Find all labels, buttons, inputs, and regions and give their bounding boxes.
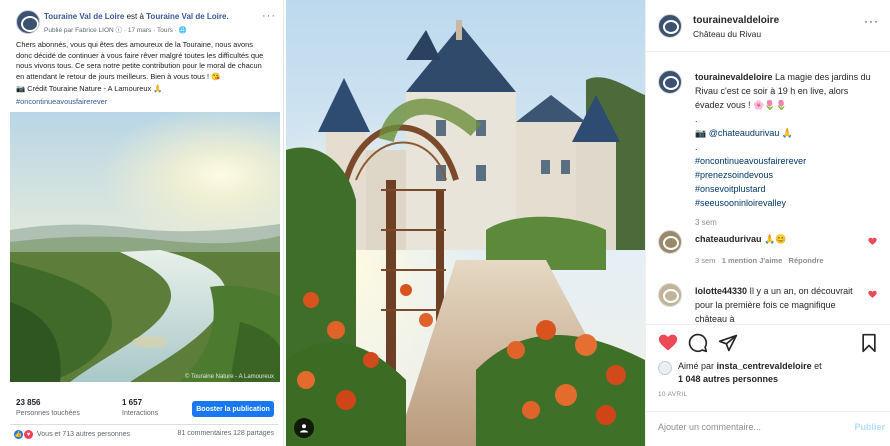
thumbs-up-icon: 👍 — [14, 430, 23, 439]
fb-published-by: Publié par Fabrice LION — [44, 27, 114, 34]
fb-stat-label: Personnes touchées — [16, 410, 80, 417]
globe-icon: 🌐 — [178, 27, 187, 34]
ig-profile-avatar[interactable] — [658, 14, 682, 38]
ig-comment-meta: 3 sem 1 mention J'aime Répondre — [695, 256, 824, 265]
ig-liked-by[interactable]: Aimé par insta_centrevaldeloire et 1 048… — [678, 360, 878, 386]
ig-publish-button[interactable]: Publier — [854, 422, 885, 432]
boost-post-button[interactable]: Booster la publication — [192, 401, 274, 417]
fb-stat-interactions: 1 657 Interactions — [122, 398, 158, 417]
ig-username[interactable]: tourainevaldeloire — [693, 15, 779, 26]
like-heart-icon[interactable] — [658, 333, 678, 353]
ig-liked-by-avatar[interactable] — [658, 361, 672, 375]
fb-post-footer: 👍 ♥ Vous et 713 autres personnes 81 comm… — [10, 424, 278, 442]
fb-more-options-icon[interactable]: ··· — [262, 10, 276, 22]
ig-more-options-icon[interactable]: ··· — [864, 14, 879, 28]
ig-hashtag[interactable]: #prenezsoindevous — [695, 168, 879, 182]
fb-post-title: Touraine Val de Loire est à Touraine Val… — [44, 12, 229, 21]
ig-caption: tourainevaldeloire La magie des jardins … — [695, 70, 879, 230]
ig-comment-input[interactable]: Ajouter un commentaire... — [658, 422, 761, 432]
fb-photo-credit: 📷 Crédit Touraine Nature - A Lamoureux 🙏 — [16, 84, 163, 93]
comment-like-heart-icon[interactable] — [868, 237, 877, 246]
ig-commenter-avatar[interactable] — [658, 230, 682, 254]
fb-post-meta: Publié par Fabrice LION ⓘ · 17 mars · To… — [44, 27, 187, 34]
facebook-post-card: Touraine Val de Loire est à Touraine Val… — [0, 0, 284, 446]
ig-comment-username[interactable]: lolotte44330 — [695, 286, 747, 296]
ig-liked-and: et — [814, 361, 822, 371]
fb-reactions[interactable]: 👍 ♥ Vous et 713 autres personnes — [14, 430, 130, 439]
ig-comment-text: 🙏😊 — [764, 234, 787, 244]
fb-post-place[interactable]: Tours — [157, 27, 173, 34]
fb-photo-watermark: © Touraine Nature - A Lamoureux — [184, 374, 274, 380]
fb-stat-value: 1 657 — [122, 398, 143, 407]
ig-reply-button[interactable]: Répondre — [789, 256, 824, 265]
heart-icon: ♥ — [24, 430, 33, 439]
bookmark-icon[interactable] — [859, 333, 879, 353]
ig-post-panel: tourainevaldeloire Château du Rivau ··· … — [645, 0, 890, 446]
fb-post-text: Chers abonnés, vous qui êtes des amoureu… — [16, 40, 264, 81]
fb-page-avatar[interactable] — [16, 10, 40, 34]
ig-post-date: 10 AVRIL — [658, 391, 688, 398]
ig-caption-time: 3 sem — [695, 218, 717, 227]
ig-liked-by-user[interactable]: insta_centrevaldeloire — [717, 361, 812, 371]
ig-caption-dot: . — [695, 114, 698, 124]
ig-comment-username[interactable]: chateaudurivau — [695, 234, 762, 244]
tagged-user-icon[interactable] — [294, 418, 314, 438]
share-paper-plane-icon[interactable] — [718, 333, 738, 353]
fb-comments-shares[interactable]: 81 commentaires 128 partages — [178, 430, 275, 437]
ig-post-header: tourainevaldeloire Château du Rivau ··· — [646, 0, 890, 52]
ig-post-photo[interactable] — [286, 0, 645, 446]
chateau-du-rivau-photo — [286, 0, 645, 446]
comment-like-heart-icon[interactable] — [868, 290, 877, 299]
ig-caption-dot: . — [695, 142, 698, 152]
ig-add-comment-bar: Ajouter un commentaire... Publier — [646, 411, 890, 446]
fb-post-date[interactable]: 17 mars — [128, 27, 151, 34]
fb-stat-reach: 23 856 Personnes touchées — [16, 398, 80, 417]
ig-action-bar: Aimé par insta_centrevaldeloire et 1 048… — [646, 324, 890, 446]
fb-post-body: Chers abonnés, vous qui êtes des amoureu… — [16, 40, 278, 107]
ig-caption-avatar[interactable] — [658, 70, 682, 94]
fb-location-link[interactable]: Touraine Val de Loire. — [146, 12, 229, 21]
fb-stat-value: 23 856 — [16, 398, 41, 407]
fb-hashtag[interactable]: #oncontinueavousfairerever — [16, 97, 278, 108]
ig-commenter-avatar[interactable] — [658, 283, 682, 307]
ig-caption-username[interactable]: tourainevaldeloire — [695, 72, 773, 82]
fb-stat-label: Interactions — [122, 410, 159, 417]
loire-river-photo — [10, 112, 280, 382]
ig-hashtag[interactable]: #onsevoitplustard — [695, 182, 879, 196]
ig-comment: chateaudurivau 🙏😊 — [695, 232, 865, 246]
ig-comment-likes[interactable]: 1 mention J'aime — [722, 256, 783, 265]
fb-page-name[interactable]: Touraine Val de Loire — [44, 12, 124, 21]
fb-help-icon[interactable]: ⓘ — [116, 27, 123, 34]
ig-hashtag[interactable]: #oncontinueavousfairerever — [695, 154, 879, 168]
fb-insights: 23 856 Personnes touchées 1 657 Interact… — [16, 398, 278, 422]
fb-post-photo[interactable]: © Touraine Nature - A Lamoureux — [10, 112, 280, 382]
fb-post-header: Touraine Val de Loire est à Touraine Val… — [10, 10, 276, 36]
ig-liked-by-text: Aimé par — [678, 361, 715, 371]
fb-at-text: est à — [126, 12, 144, 21]
ig-liked-others[interactable]: 1 048 autres personnes — [678, 374, 778, 384]
ig-comment: lolotte44330 Il y a un an, on découvrait… — [695, 284, 865, 324]
comment-icon[interactable] — [688, 333, 708, 353]
ig-location[interactable]: Château du Rivau — [693, 29, 761, 39]
ig-caption-mention[interactable]: 📷 @chateaudurivau 🙏 — [695, 126, 879, 140]
fb-reactions-text: Vous et 713 autres personnes — [37, 431, 131, 438]
ig-comments-list[interactable]: tourainevaldeloire La magie des jardins … — [646, 52, 890, 324]
ig-comment-time: 3 sem — [695, 256, 716, 265]
ig-hashtag[interactable]: #seeusooninloirevalley — [695, 196, 879, 210]
